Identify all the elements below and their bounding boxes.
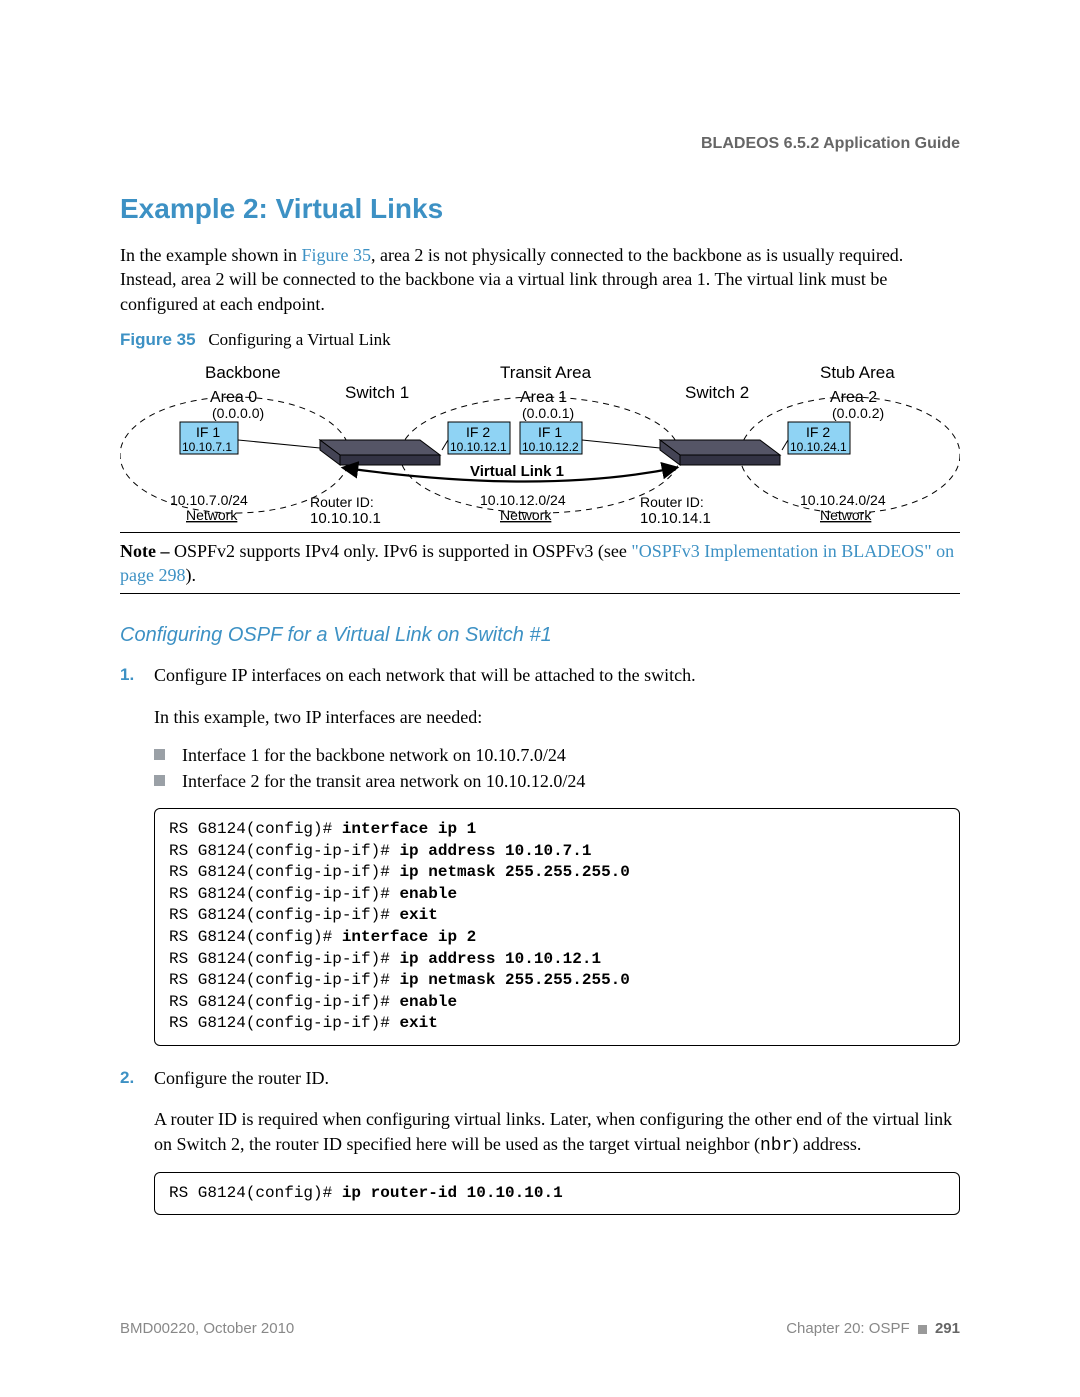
running-head: BLADEOS 6.5.2 Application Guide xyxy=(120,135,960,153)
note-post: ). xyxy=(185,565,196,585)
subheading-text: Configuring OSPF for a Virtual Link on S… xyxy=(120,624,552,646)
net1l: Network xyxy=(186,507,238,523)
label-stub: Stub Area xyxy=(820,363,895,382)
net2l: Network xyxy=(500,507,552,523)
s1-if1-ip: 10.10.7.1 xyxy=(182,440,232,454)
switch2-icon xyxy=(660,440,780,465)
s1-if2-ip: 10.10.12.1 xyxy=(450,440,507,454)
footer-left: BMD00220, October 2010 xyxy=(120,1320,294,1337)
figure-ref-link[interactable]: Figure 35 xyxy=(301,245,371,265)
s2-if2-label: IF 2 xyxy=(806,424,830,440)
label-area0id: (0.0.0.0) xyxy=(212,405,264,421)
net3: 10.10.24.0/24 xyxy=(800,492,886,508)
cli-block-1: RS G8124(config)# interface ip 1 RS G812… xyxy=(154,808,960,1046)
label-transit: Transit Area xyxy=(500,363,592,382)
page: BLADEOS 6.5.2 Application Guide Example … xyxy=(0,0,1080,1397)
intro-pre: In the example shown in xyxy=(120,245,301,265)
step2-para-b: ) address. xyxy=(792,1134,861,1154)
step1-para: In this example, two IP interfaces are n… xyxy=(154,707,482,727)
label-area2: Area 2 xyxy=(830,389,877,406)
switch1-icon xyxy=(320,440,440,465)
step2-text: Configure the router ID. xyxy=(154,1068,329,1088)
running-head-text: BLADEOS 6.5.2 Application Guide xyxy=(701,135,960,152)
figure-label: Figure 35 xyxy=(120,330,196,349)
cli-block-2: RS G8124(config)# ip router-id 10.10.10.… xyxy=(154,1172,960,1216)
rid-l2: Router ID: xyxy=(640,494,704,510)
label-backbone: Backbone xyxy=(205,363,281,382)
step-1: Configure IP interfaces on each network … xyxy=(120,663,960,688)
net3l: Network xyxy=(820,507,872,523)
label-area2id: (0.0.0.2) xyxy=(832,405,884,421)
rid1: 10.10.10.1 xyxy=(310,510,381,527)
figure-caption: Figure 35 Configuring a Virtual Link xyxy=(120,330,960,350)
note-block: Note – OSPFv2 supports IPv4 only. IPv6 i… xyxy=(120,532,960,595)
footer-square-icon xyxy=(918,1325,927,1334)
net2: 10.10.12.0/24 xyxy=(480,492,566,508)
virtual-link-label: Virtual Link 1 xyxy=(470,463,564,480)
label-switch2: Switch 2 xyxy=(685,383,749,402)
subheading: Configuring OSPF for a Virtual Link on S… xyxy=(120,624,960,647)
step2-block: A router ID is required when configuring… xyxy=(120,1107,960,1215)
rid2: 10.10.14.1 xyxy=(640,510,711,527)
figure-desc: Configuring a Virtual Link xyxy=(208,330,390,349)
note-label: Note – xyxy=(120,541,169,561)
step1-text: Configure IP interfaces on each network … xyxy=(154,665,696,685)
bullet-1: Interface 1 for the backbone network on … xyxy=(154,742,960,768)
nbr-code: nbr xyxy=(760,1136,792,1156)
s2-if1-ip: 10.10.12.2 xyxy=(522,440,579,454)
note-pre: OSPFv2 supports IPv4 only. IPv6 is suppo… xyxy=(169,541,631,561)
step-2: Configure the router ID. xyxy=(120,1066,960,1091)
bullet-2: Interface 2 for the transit area network… xyxy=(154,768,960,794)
diagram-svg: Backbone Transit Area Stub Area Switch 1… xyxy=(120,360,960,530)
step1-block: In this example, two IP interfaces are n… xyxy=(120,705,960,1046)
intro-paragraph: In the example shown in Figure 35, area … xyxy=(120,243,960,316)
net1: 10.10.7.0/24 xyxy=(170,492,248,508)
s1-if1-label: IF 1 xyxy=(196,424,220,440)
label-area1: Area 1 xyxy=(520,389,567,406)
label-switch1: Switch 1 xyxy=(345,383,409,402)
footer-page: 291 xyxy=(935,1320,960,1337)
label-area0: Area 0 xyxy=(210,389,257,406)
page-footer: BMD00220, October 2010 Chapter 20: OSPF … xyxy=(120,1320,960,1337)
s2-if2-ip: 10.10.24.1 xyxy=(790,440,847,454)
section-title-text: Example 2: Virtual Links xyxy=(120,193,443,224)
s2-if1-label: IF 1 xyxy=(538,424,562,440)
rid-l1: Router ID: xyxy=(310,494,374,510)
label-area1id: (0.0.0.1) xyxy=(522,405,574,421)
figure-diagram: Backbone Transit Area Stub Area Switch 1… xyxy=(120,356,960,532)
s1-if2-label: IF 2 xyxy=(466,424,490,440)
footer-right: Chapter 20: OSPF 291 xyxy=(786,1320,960,1337)
section-title: Example 2: Virtual Links xyxy=(120,193,960,225)
